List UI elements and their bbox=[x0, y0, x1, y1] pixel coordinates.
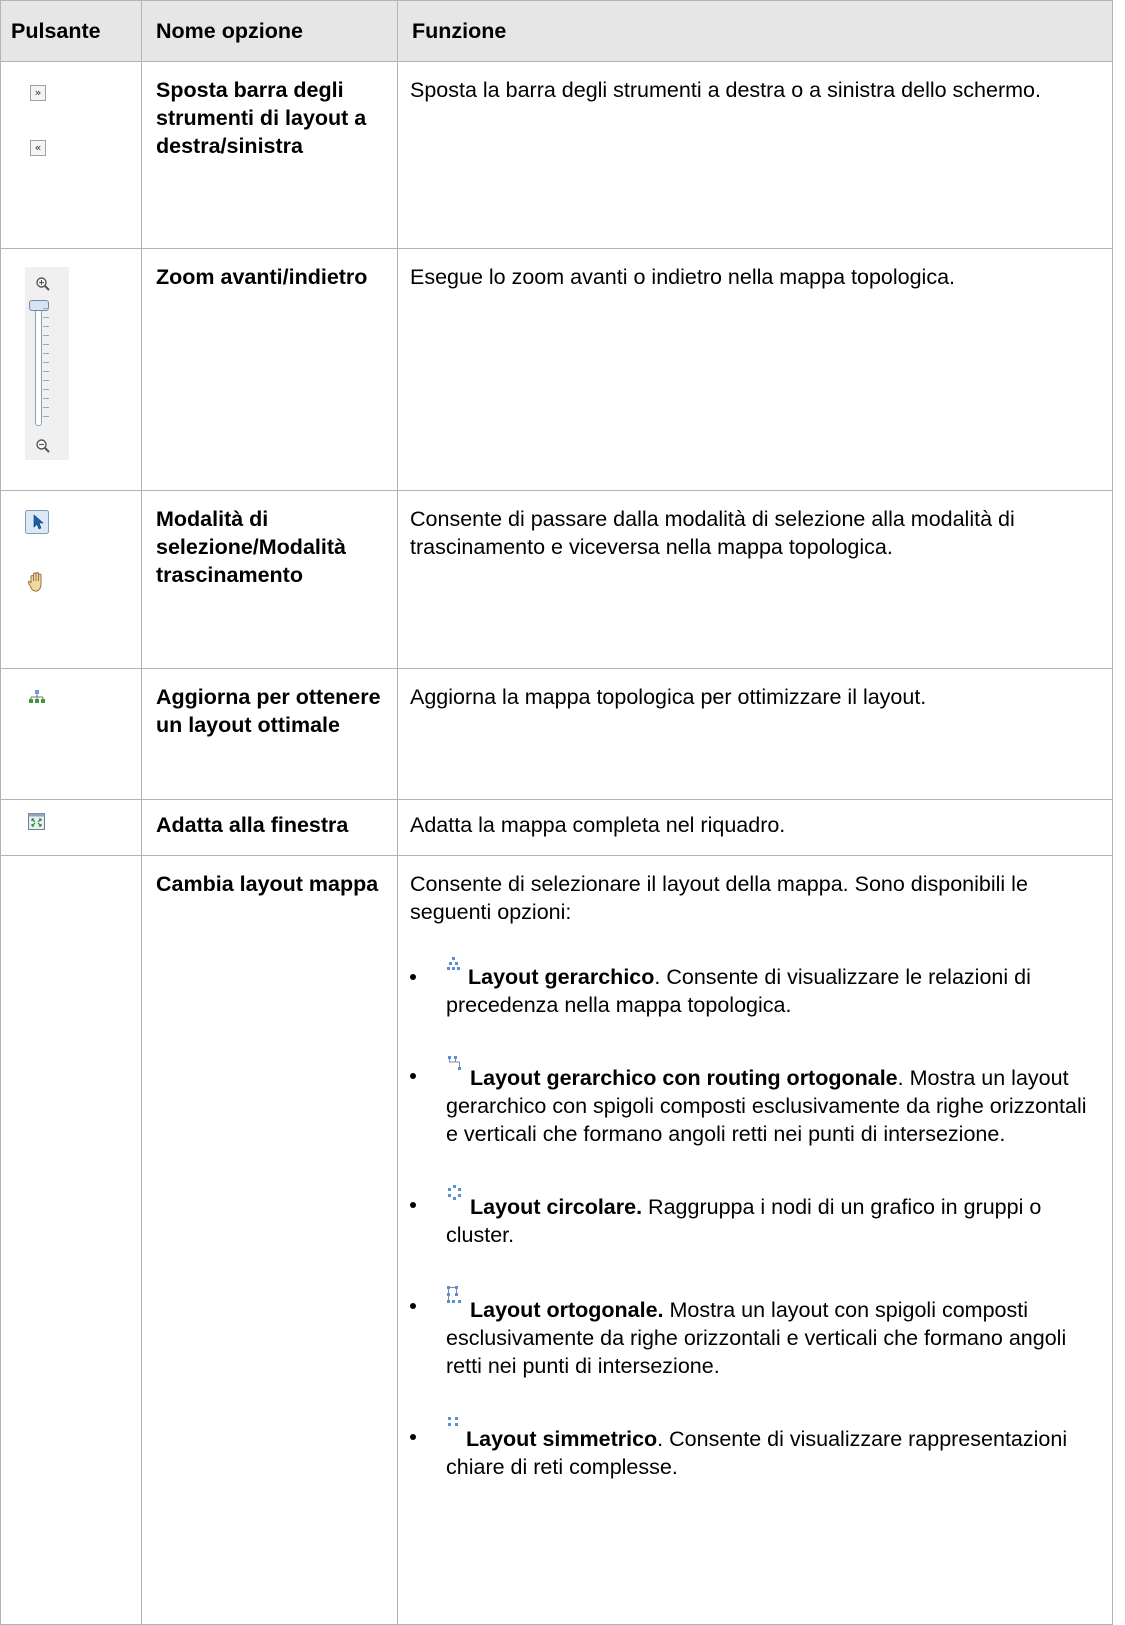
zoom-in-icon[interactable] bbox=[35, 276, 51, 292]
button-cell: » « bbox=[0, 61, 142, 249]
table-row: Adatta alla finestra Adatta la mappa com… bbox=[0, 799, 1113, 856]
zoom-out-icon[interactable] bbox=[35, 438, 51, 454]
option-label: Layout gerarchico bbox=[468, 965, 655, 989]
option-function: Consente di selezionare il layout della … bbox=[397, 855, 1113, 1625]
header-nome-opzione: Nome opzione bbox=[141, 0, 398, 62]
option-name: Adatta alla finestra bbox=[141, 799, 398, 856]
table-header-row: Pulsante Nome opzione Funzione bbox=[0, 0, 1113, 62]
zoom-control-panel bbox=[25, 267, 69, 460]
move-left-icon[interactable]: « bbox=[30, 140, 46, 156]
symmetric-layout-icon bbox=[448, 1417, 458, 1426]
option-function-intro: Consente di selezionare il layout della … bbox=[410, 872, 1028, 924]
option-function: Esegue lo zoom avanti o indietro nella m… bbox=[397, 248, 1113, 491]
list-item: Layout circolare. Raggruppa i nodi di un… bbox=[410, 1184, 1102, 1249]
option-function: Consente di passare dalla modalità di se… bbox=[397, 490, 1113, 669]
orthogonal-routing-layout-icon bbox=[448, 1056, 461, 1070]
option-label: Layout simmetrico bbox=[466, 1427, 658, 1451]
move-right-icon[interactable]: » bbox=[30, 85, 46, 101]
table-row: Modalità di selezione/Modalità trascinam… bbox=[0, 490, 1113, 669]
circular-layout-icon bbox=[448, 1185, 461, 1200]
option-function: Aggiorna la mappa topologica per ottimiz… bbox=[397, 668, 1113, 800]
option-function: Sposta la barra degli strumenti a destra… bbox=[397, 61, 1113, 249]
button-cell bbox=[0, 248, 142, 491]
table-row: » « Sposta barra degli strumenti di layo… bbox=[0, 61, 1113, 249]
option-label: Layout gerarchico con routing ortogonale bbox=[470, 1066, 898, 1090]
option-name: Modalità di selezione/Modalità trascinam… bbox=[141, 490, 398, 669]
button-cell bbox=[0, 668, 142, 800]
list-item: Layout ortogonale. Mostra un layout con … bbox=[410, 1285, 1102, 1380]
table-row: Aggiorna per ottenere un layout ottimale… bbox=[0, 668, 1113, 800]
list-item: Layout gerarchico con routing ortogonale… bbox=[410, 1055, 1102, 1148]
hand-drag-icon[interactable] bbox=[25, 570, 49, 594]
option-name: Cambia layout mappa bbox=[141, 855, 398, 1625]
hierarchical-layout-icon bbox=[447, 957, 460, 970]
button-cell bbox=[0, 799, 142, 856]
zoom-slider[interactable] bbox=[29, 300, 51, 430]
option-label: Layout ortogonale. bbox=[470, 1298, 664, 1322]
header-funzione: Funzione bbox=[397, 0, 1113, 62]
select-pointer-icon[interactable] bbox=[25, 510, 49, 534]
button-cell bbox=[0, 490, 142, 669]
option-name: Aggiorna per ottenere un layout ottimale bbox=[141, 668, 398, 800]
option-name: Zoom avanti/indietro bbox=[141, 248, 398, 491]
list-item: Layout gerarchico. Consente di visualizz… bbox=[410, 956, 1102, 1019]
hierarchy-refresh-icon[interactable] bbox=[28, 689, 46, 705]
orthogonal-layout-icon bbox=[447, 1286, 461, 1303]
button-cell bbox=[0, 855, 142, 1625]
option-name: Sposta barra degli strumenti di layout a… bbox=[141, 61, 398, 249]
table-row: Zoom avanti/indietro Esegue lo zoom avan… bbox=[0, 248, 1113, 491]
fit-window-icon[interactable] bbox=[28, 813, 45, 830]
options-table: Pulsante Nome opzione Funzione » « Spost… bbox=[0, 0, 1113, 1625]
header-pulsante: Pulsante bbox=[0, 0, 142, 62]
option-label: Layout circolare. bbox=[470, 1195, 643, 1219]
table-row: Cambia layout mappa Consente di selezion… bbox=[0, 855, 1113, 1625]
layout-options-list: Layout gerarchico. Consente di visualizz… bbox=[410, 956, 1102, 1481]
list-item: Layout simmetrico. Consente di visualizz… bbox=[410, 1416, 1102, 1481]
option-function: Adatta la mappa completa nel riquadro. bbox=[397, 799, 1113, 856]
